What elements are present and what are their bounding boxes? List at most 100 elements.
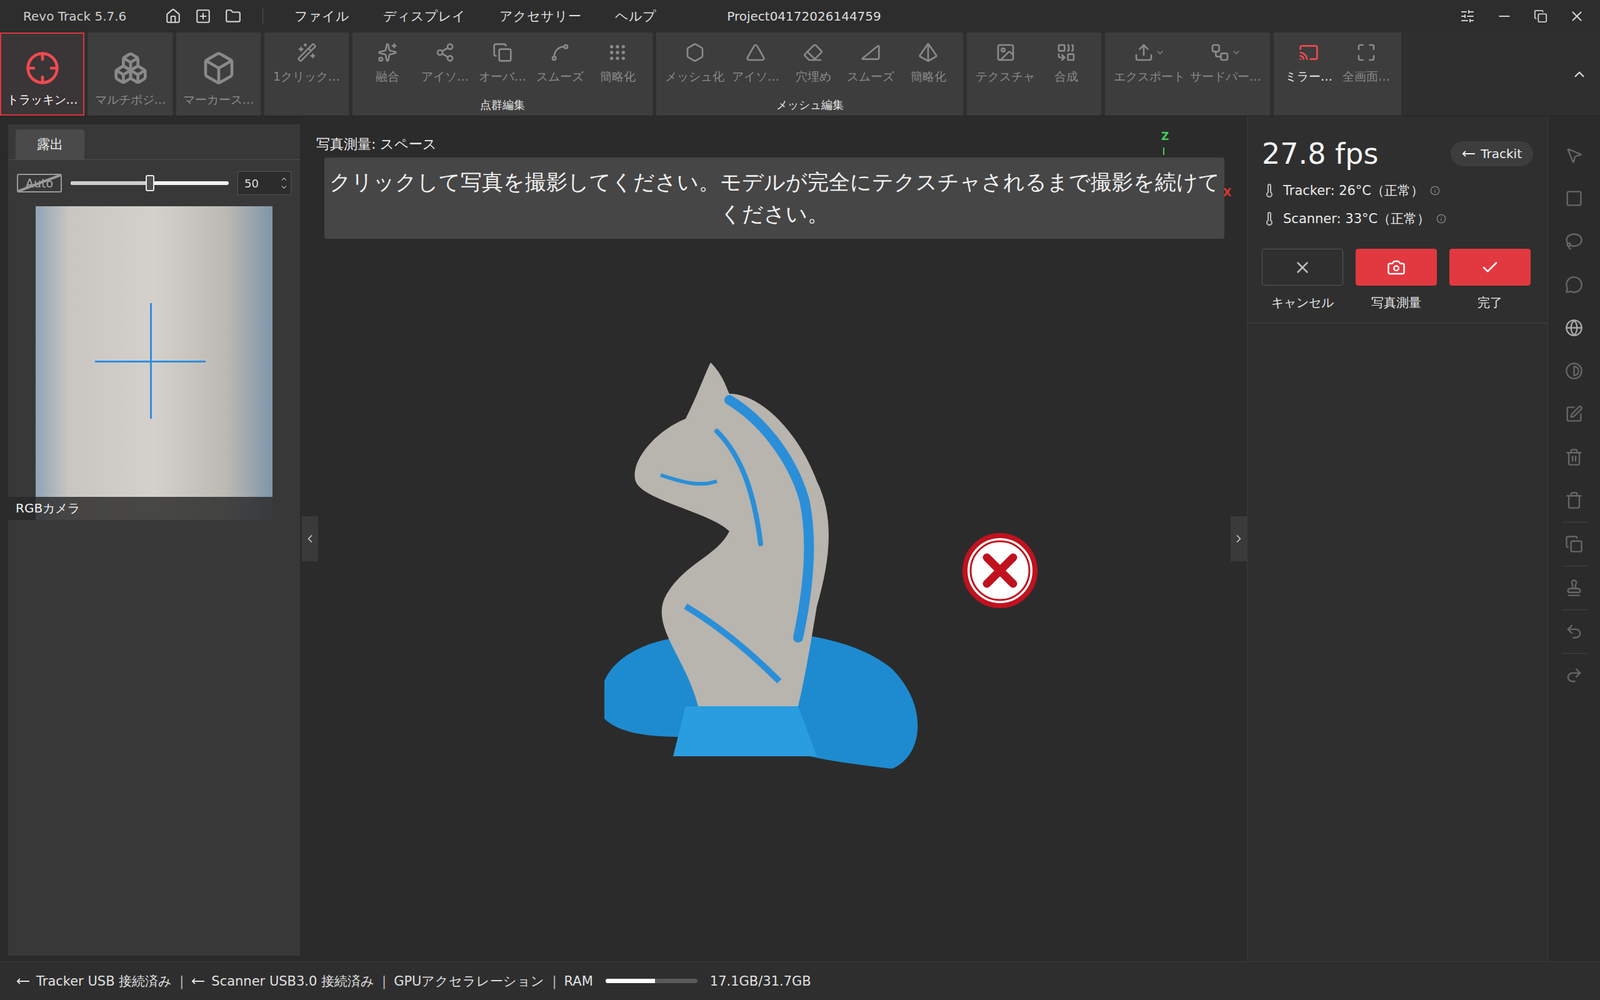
info-button[interactable] <box>1436 213 1447 224</box>
trackit-button[interactable]: Trackit <box>1450 141 1534 167</box>
rail-icon[interactable] <box>1565 275 1584 294</box>
trackit-icon[interactable] <box>1461 146 1476 161</box>
chevron-right-icon[interactable] <box>1232 532 1245 545</box>
slider-thumb[interactable] <box>145 175 155 192</box>
open-button[interactable] <box>225 8 242 25</box>
mode-button[interactable]: トラッキン… <box>0 32 85 116</box>
rail-button[interactable] <box>1565 435 1584 479</box>
rail-icon[interactable] <box>1565 405 1584 424</box>
menu-item[interactable]: アクセサリー <box>489 5 592 28</box>
tool-button[interactable]: 簡略化 <box>901 41 955 85</box>
mode-button[interactable]: マーカース… <box>176 32 261 116</box>
tool-button[interactable]: 1クリック… <box>273 41 340 85</box>
mode-icon-wrap <box>198 48 239 89</box>
close-button[interactable] <box>1568 8 1585 25</box>
rail-button[interactable] <box>1565 653 1584 697</box>
tool-button[interactable]: サードパー… <box>1190 41 1262 85</box>
rail-button[interactable] <box>1565 522 1584 566</box>
home-icon[interactable] <box>165 8 182 25</box>
info-icon[interactable] <box>1436 213 1447 224</box>
rail-icon[interactable] <box>1565 189 1584 208</box>
rail-icon[interactable] <box>1565 491 1584 510</box>
exposure-slider[interactable] <box>70 181 229 185</box>
tool-button[interactable]: 合成 <box>1040 41 1093 85</box>
close-icon[interactable] <box>1568 8 1585 25</box>
rail-button[interactable] <box>1565 392 1584 436</box>
restore-button[interactable] <box>1533 9 1548 24</box>
tool-button[interactable]: 穴埋め <box>786 41 840 85</box>
tool-button[interactable]: ミラー… <box>1282 41 1335 85</box>
exposure-value[interactable]: 50 <box>237 171 292 195</box>
restore-icon[interactable] <box>1533 9 1548 24</box>
minimize-button[interactable] <box>1496 8 1513 25</box>
settings-button[interactable] <box>1460 8 1475 24</box>
tool-button[interactable]: オーバ… <box>476 41 529 85</box>
rail-icon[interactable] <box>1565 535 1584 554</box>
tool-icon <box>550 42 570 63</box>
menu-item[interactable]: ファイル <box>284 5 360 28</box>
cancel-icon[interactable] <box>1293 258 1312 277</box>
rail-button[interactable] <box>1565 220 1584 264</box>
tab[interactable]: 露出 <box>15 129 85 160</box>
new-project-button[interactable] <box>195 8 212 25</box>
tool-button[interactable]: メッシュ化 <box>665 41 725 85</box>
dropdown-icon <box>1155 47 1165 58</box>
rail-button[interactable] <box>1565 349 1584 393</box>
tool-button[interactable]: スムーズ <box>533 41 587 85</box>
rail-icon[interactable] <box>1565 361 1584 380</box>
rail-button[interactable] <box>1565 566 1584 610</box>
tool-button[interactable]: 簡略化 <box>591 41 644 85</box>
chevron-up-icon[interactable] <box>1571 66 1588 83</box>
tool-button[interactable]: アイソ… <box>418 41 472 85</box>
tool-button[interactable]: 融合 <box>361 41 414 85</box>
decrement-icon[interactable] <box>280 183 289 192</box>
rail-button[interactable] <box>1565 610 1584 654</box>
collapse-right-button[interactable] <box>1230 516 1247 562</box>
rail-icon[interactable] <box>1565 232 1584 251</box>
minimize-icon[interactable] <box>1496 8 1513 25</box>
rail-button[interactable] <box>1565 306 1584 350</box>
rail-button[interactable] <box>1565 176 1584 220</box>
photo-button[interactable] <box>1355 248 1437 286</box>
menu-item[interactable]: ディスプレイ <box>373 5 476 28</box>
folder-icon[interactable] <box>225 8 242 25</box>
done-button[interactable] <box>1449 248 1531 286</box>
rail-icon[interactable] <box>1565 666 1584 685</box>
tool-button[interactable]: アイソ… <box>729 41 782 85</box>
rail-icon[interactable] <box>1565 622 1584 641</box>
rail-icon[interactable] <box>1565 318 1584 337</box>
info-button[interactable] <box>1430 185 1440 196</box>
sliders-icon[interactable] <box>1460 8 1475 24</box>
home-button[interactable] <box>165 8 182 25</box>
scan-model[interactable] <box>591 356 930 775</box>
cancel-button[interactable] <box>1261 248 1344 286</box>
auto-toggle[interactable]: Auto <box>16 173 62 193</box>
done-icon[interactable] <box>1480 258 1500 277</box>
rail-icon[interactable] <box>1565 146 1584 165</box>
increment-icon[interactable] <box>280 175 289 184</box>
photo-icon[interactable] <box>1386 258 1406 277</box>
tool-button[interactable]: エクスポート <box>1113 41 1185 85</box>
rail-icon[interactable] <box>1565 578 1584 597</box>
rail-icon[interactable] <box>1565 448 1584 467</box>
collapse-left-button[interactable] <box>301 516 319 562</box>
tool-icon-row <box>918 41 939 64</box>
main-area: 露出Auto50RGBカメラ写真測量: スペースクリックして写真を撮影してくださ… <box>0 116 1600 962</box>
chevron-left-icon[interactable] <box>303 532 317 545</box>
collapse-toolbar-button[interactable] <box>1558 66 1600 83</box>
title-left: Revo Track 5.7.6ファイルディスプレイアクセサリーヘルプ <box>23 5 727 28</box>
tool-label: アイソ… <box>731 68 780 85</box>
rail-button[interactable] <box>1565 133 1584 177</box>
spinner[interactable] <box>280 175 289 192</box>
mode-button[interactable]: マルチポジ… <box>88 32 173 116</box>
axis-label: X <box>1223 186 1232 199</box>
menu-item[interactable]: ヘルプ <box>605 5 667 28</box>
plus-icon[interactable] <box>195 8 212 25</box>
viewport[interactable]: 写真測量: スペースクリックして写真を撮影してください。モデルが完全にテクスチャ… <box>301 116 1247 962</box>
info-icon[interactable] <box>1430 185 1440 196</box>
rail-button[interactable] <box>1565 478 1584 522</box>
rail-button[interactable] <box>1565 263 1584 307</box>
tool-button[interactable]: テクスチャ <box>975 41 1035 85</box>
tool-button[interactable]: スムーズ <box>844 41 897 85</box>
tool-button[interactable]: 全画面… <box>1340 41 1393 85</box>
